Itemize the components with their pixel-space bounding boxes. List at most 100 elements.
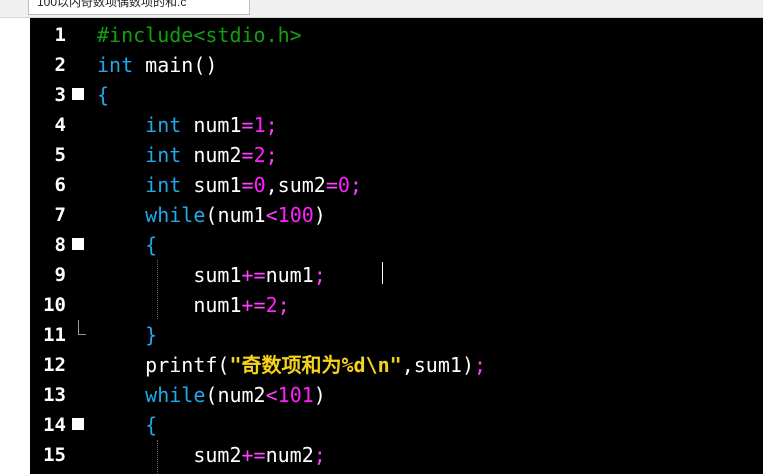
code-token: num1 [181,113,242,137]
code-token: ; [313,263,326,287]
code-line[interactable]: 12 printf("奇数项和为%d\n",sum1); [30,350,763,380]
code-token: int [145,143,182,167]
code-line[interactable]: 9 sum1+=num1; [30,260,763,290]
code-token: = [241,113,254,137]
code-token: { [145,413,158,437]
tab-file[interactable]: 100以内奇数项偶数项的和.c [28,0,250,15]
code-token: int [145,113,182,137]
fold-toggle-icon[interactable] [72,418,84,430]
code-token: ; [349,173,362,197]
code-token: main() [133,53,218,77]
line-number: 13 [43,384,66,406]
code-token: ; [277,293,290,317]
line-number: 9 [54,264,66,286]
line-number: 12 [43,354,66,376]
code-token: 0 [253,173,266,197]
code-token: ; [265,143,278,167]
code-text: num1+=2; [97,290,290,320]
code-editor[interactable]: 1 #include<stdio.h> 2 int main() 3{4 int num… [30,18,763,474]
code-token: sum1 [193,263,242,287]
code-text: sum2+=num2; [97,440,326,470]
code-token: num2 [181,143,242,167]
code-token: 2 [253,143,266,167]
code-token: num2 [265,443,314,467]
code-text: int sum1=0,sum2=0; [97,170,362,200]
code-token: < [265,383,278,407]
code-text: int main() [97,50,217,80]
code-text: while(num1<100) [97,200,326,230]
code-token: int [145,173,182,197]
indent-guide [157,440,158,474]
code-line[interactable]: 5 int num2=2; [30,140,763,170]
code-line[interactable]: 11 } [30,320,763,350]
code-token: sum1 [181,173,242,197]
code-token: += [241,293,266,317]
code-token: ) [313,383,326,407]
code-token: #include<stdio.h> [97,23,302,47]
code-line[interactable]: 8 { [30,230,763,260]
code-line[interactable]: 6 int sum1=0,sum2=0; [30,170,763,200]
code-token: ,sum1 [401,353,462,377]
code-token: num1 [217,203,266,227]
code-token: num1 [193,293,242,317]
code-text: printf("奇数项和为%d\n",sum1); [97,350,486,380]
fold-toggle-icon[interactable] [72,238,84,250]
code-token: ) [313,203,326,227]
code-text: } [97,320,157,350]
code-line[interactable]: 13 while(num2<101) [30,380,763,410]
code-line[interactable]: 4 int num1=1; [30,110,763,140]
fold-toggle-icon[interactable] [72,88,84,100]
line-number: 3 [54,84,66,106]
fold-end-marker [78,334,86,335]
code-line[interactable]: 3{ [30,80,763,110]
line-number: 5 [54,144,66,166]
tab-bar: 100以内奇数项偶数项的和.c [0,0,763,18]
code-token: 2 [265,293,278,317]
code-token: while [145,383,206,407]
code-token: { [145,233,158,257]
code-text: { [97,80,109,110]
code-token: ,sum2 [265,173,326,197]
indent-guide [157,260,158,319]
left-panel-strip [0,18,30,474]
code-token: while [145,203,206,227]
fold-end-marker [78,320,79,334]
line-number: 10 [43,294,66,316]
code-text: { [97,410,157,440]
line-number: 4 [54,114,66,136]
code-line[interactable]: 14 { [30,410,763,440]
code-text: sum1+=num1; [97,260,326,290]
line-number: 15 [43,444,66,466]
code-token: } [145,323,158,347]
code-token: = [241,143,254,167]
code-line[interactable]: 7 while(num1<100) [30,200,763,230]
code-token: num1 [265,263,314,287]
code-token: ; [313,443,326,467]
code-token: "奇数项和为%d\n" [229,353,402,377]
code-token: ; [473,353,487,377]
code-token: { [97,83,110,107]
code-text: int num1=1; [97,110,277,140]
code-text: while(num2<101) [97,380,326,410]
code-token: 0 [337,173,350,197]
line-number: 11 [43,324,66,346]
code-text: int num2=2; [97,140,278,170]
code-line[interactable]: 2 int main() [30,50,763,80]
code-line[interactable]: 1 #include<stdio.h> [30,20,763,50]
code-token: 1 [253,113,266,137]
code-token: 100 [277,203,314,227]
code-token: sum2 [193,443,242,467]
line-number: 7 [54,204,66,226]
code-line[interactable]: 15 sum2+=num2; [30,440,763,470]
code-line[interactable]: 10 num1+=2; [30,290,763,320]
